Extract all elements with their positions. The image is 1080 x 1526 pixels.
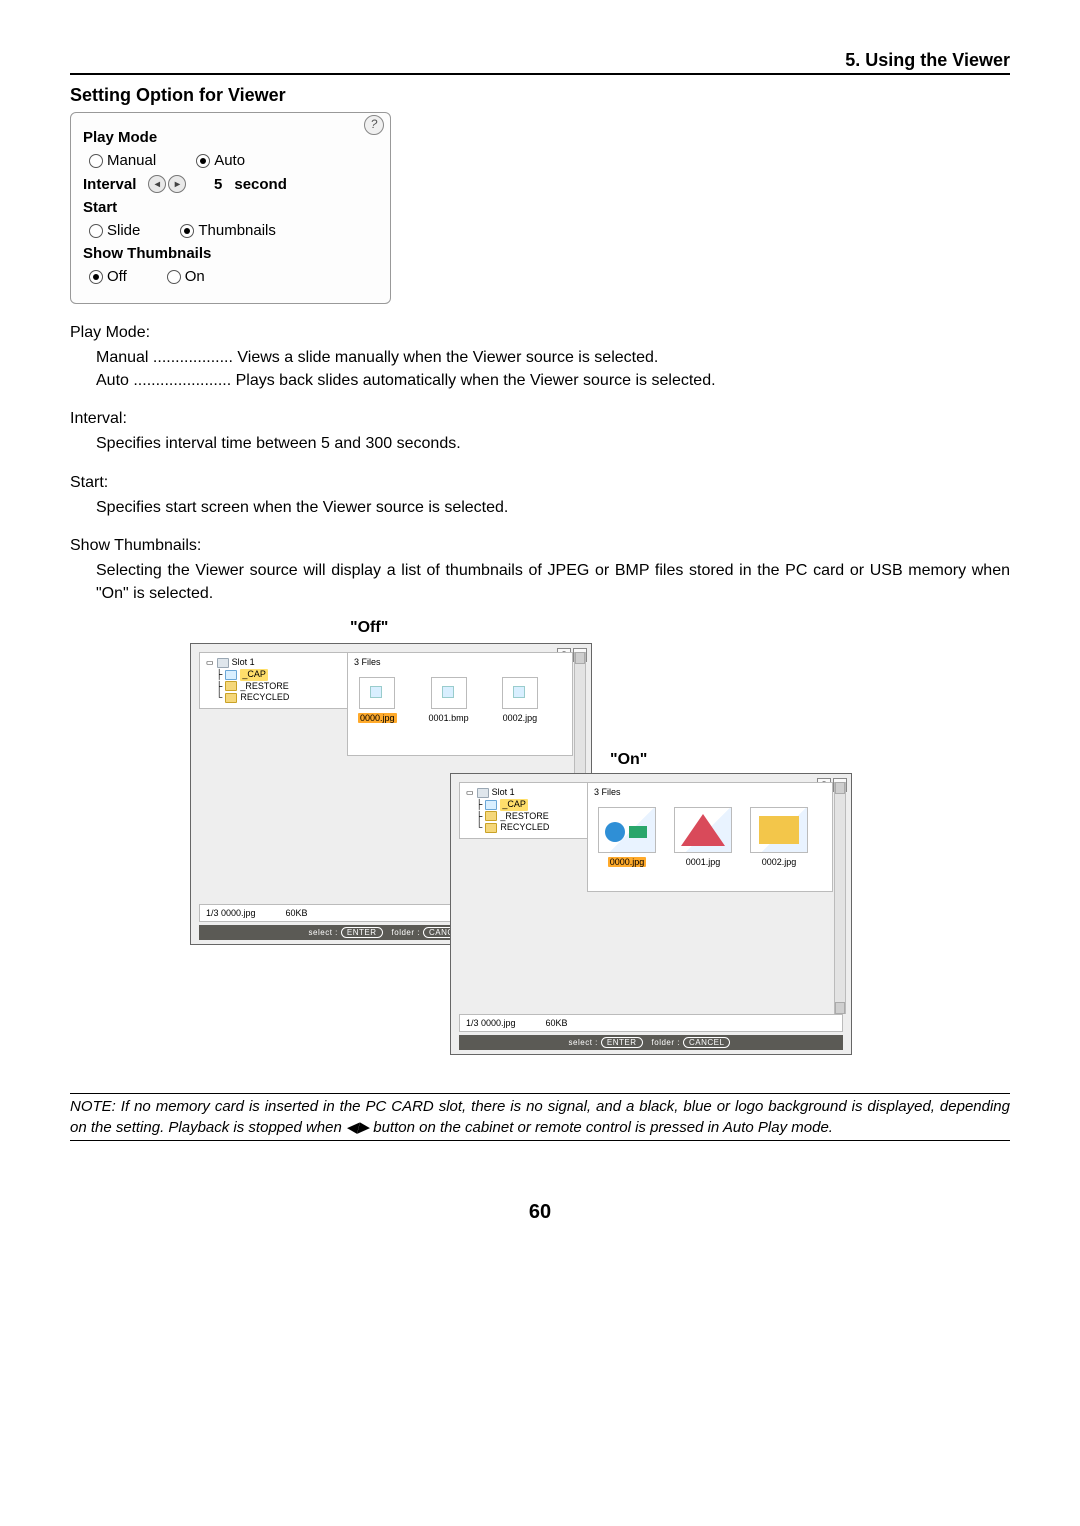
def-start-text: Specifies start screen when the Viewer s… (96, 496, 1010, 519)
thumb-name: 0002.jpg (760, 857, 799, 867)
interval-unit: second (234, 176, 287, 193)
chapter-heading: 5. Using the Viewer (70, 50, 1010, 75)
thumbnail-area[interactable]: 3 Files 0000.jpg 0001.bmp 0002.jpg (347, 652, 573, 756)
thumbnail-illustration: "Off" "On" ?▵ ▭Slot 1 ├_CAP ├_RESTORE └R… (70, 623, 1010, 1063)
footer-hint: select :ENTER folder :CANCEL (459, 1035, 843, 1050)
show-thumb-off-radio[interactable]: Off (89, 268, 127, 285)
radio-label: Auto (214, 152, 245, 169)
thumb-name: 0001.bmp (427, 713, 471, 723)
def-thumb-text: Selecting the Viewer source will display… (96, 559, 1010, 605)
play-mode-auto-radio[interactable]: Auto (196, 152, 245, 169)
tree-recycled: RECYCLED (500, 822, 549, 834)
file-count: 3 Files (354, 657, 381, 667)
radio-label: Slide (107, 222, 140, 239)
def-interval-title: Interval: (70, 410, 1010, 428)
play-mode-manual-radio[interactable]: Manual (89, 152, 156, 169)
thumb-name: 0000.jpg (358, 713, 397, 723)
tree-slot: Slot 1 (492, 787, 515, 799)
folder-tree[interactable]: ▭Slot 1 ├_CAP ├_RESTORE └RECYCLED (459, 782, 591, 839)
help-icon[interactable]: ? (364, 115, 384, 135)
interval-stepper[interactable]: ◂ ▸ (148, 175, 186, 193)
interval-value: 5 (198, 176, 222, 193)
thumb-item[interactable]: 0000.jpg (358, 677, 397, 723)
thumb-item[interactable]: 0000.jpg (598, 807, 656, 867)
scrollbar[interactable] (834, 782, 846, 1014)
thumb-item[interactable]: 0002.jpg (501, 677, 540, 723)
status-right: 60KB (286, 908, 308, 918)
thumb-item[interactable]: 0002.jpg (750, 807, 808, 867)
def-thumb-title: Show Thumbnails: (70, 537, 1010, 555)
radio-label: Off (107, 268, 127, 285)
status-left: 1/3 0000.jpg (206, 908, 256, 918)
radio-label: Manual (107, 152, 156, 169)
radio-label: Thumbnails (198, 222, 276, 239)
thumb-name: 0001.jpg (684, 857, 723, 867)
tree-cap: _CAP (240, 669, 268, 681)
status-right: 60KB (546, 1018, 568, 1028)
tree-slot: Slot 1 (232, 657, 255, 669)
def-play-mode-manual: Manual .................. Views a slide … (96, 346, 1010, 369)
stepper-up-icon[interactable]: ▸ (168, 175, 186, 193)
viewer-on: ?▵ ▭Slot 1 ├_CAP ├_RESTORE └RECYCLED 3 F… (450, 773, 852, 1055)
interval-label: Interval (83, 176, 136, 193)
tree-cap: _CAP (500, 799, 528, 811)
folder-tree[interactable]: ▭Slot 1 ├_CAP ├_RESTORE └RECYCLED (199, 652, 351, 709)
def-play-mode-title: Play Mode: (70, 324, 1010, 342)
thumb-name: 0002.jpg (501, 713, 540, 723)
radio-label: On (185, 268, 205, 285)
thumb-name: 0000.jpg (608, 857, 647, 867)
tree-restore: _RESTORE (500, 811, 548, 823)
thumb-item[interactable]: 0001.bmp (427, 677, 471, 723)
viewer-options-dialog: ? Play Mode Manual Auto Interval ◂ ▸ 5 s… (70, 112, 391, 304)
caption-off: "Off" (350, 619, 388, 637)
note-text: NOTE: If no memory card is inserted in t… (70, 1093, 1010, 1141)
page-number: 60 (70, 1201, 1010, 1224)
tree-recycled: RECYCLED (240, 692, 289, 704)
tree-restore: _RESTORE (240, 681, 288, 693)
start-label: Start (83, 199, 378, 216)
show-thumbnails-label: Show Thumbnails (83, 245, 378, 262)
def-play-mode-auto: Auto ...................... Plays back s… (96, 369, 1010, 392)
show-thumb-on-radio[interactable]: On (167, 268, 205, 285)
caption-on: "On" (610, 751, 647, 769)
statusbar: 1/3 0000.jpg 60KB (459, 1014, 843, 1032)
thumb-item[interactable]: 0001.jpg (674, 807, 732, 867)
def-interval-text: Specifies interval time between 5 and 30… (96, 432, 1010, 455)
stepper-down-icon[interactable]: ◂ (148, 175, 166, 193)
status-left: 1/3 0000.jpg (466, 1018, 516, 1028)
thumbnail-area[interactable]: 3 Files 0000.jpg 0001.jpg 0002.jpg (587, 782, 833, 892)
file-count: 3 Files (594, 787, 621, 797)
start-slide-radio[interactable]: Slide (89, 222, 140, 239)
play-mode-label: Play Mode (83, 129, 378, 146)
section-title: Setting Option for Viewer (70, 85, 1010, 106)
def-start-title: Start: (70, 474, 1010, 492)
start-thumbnails-radio[interactable]: Thumbnails (180, 222, 276, 239)
